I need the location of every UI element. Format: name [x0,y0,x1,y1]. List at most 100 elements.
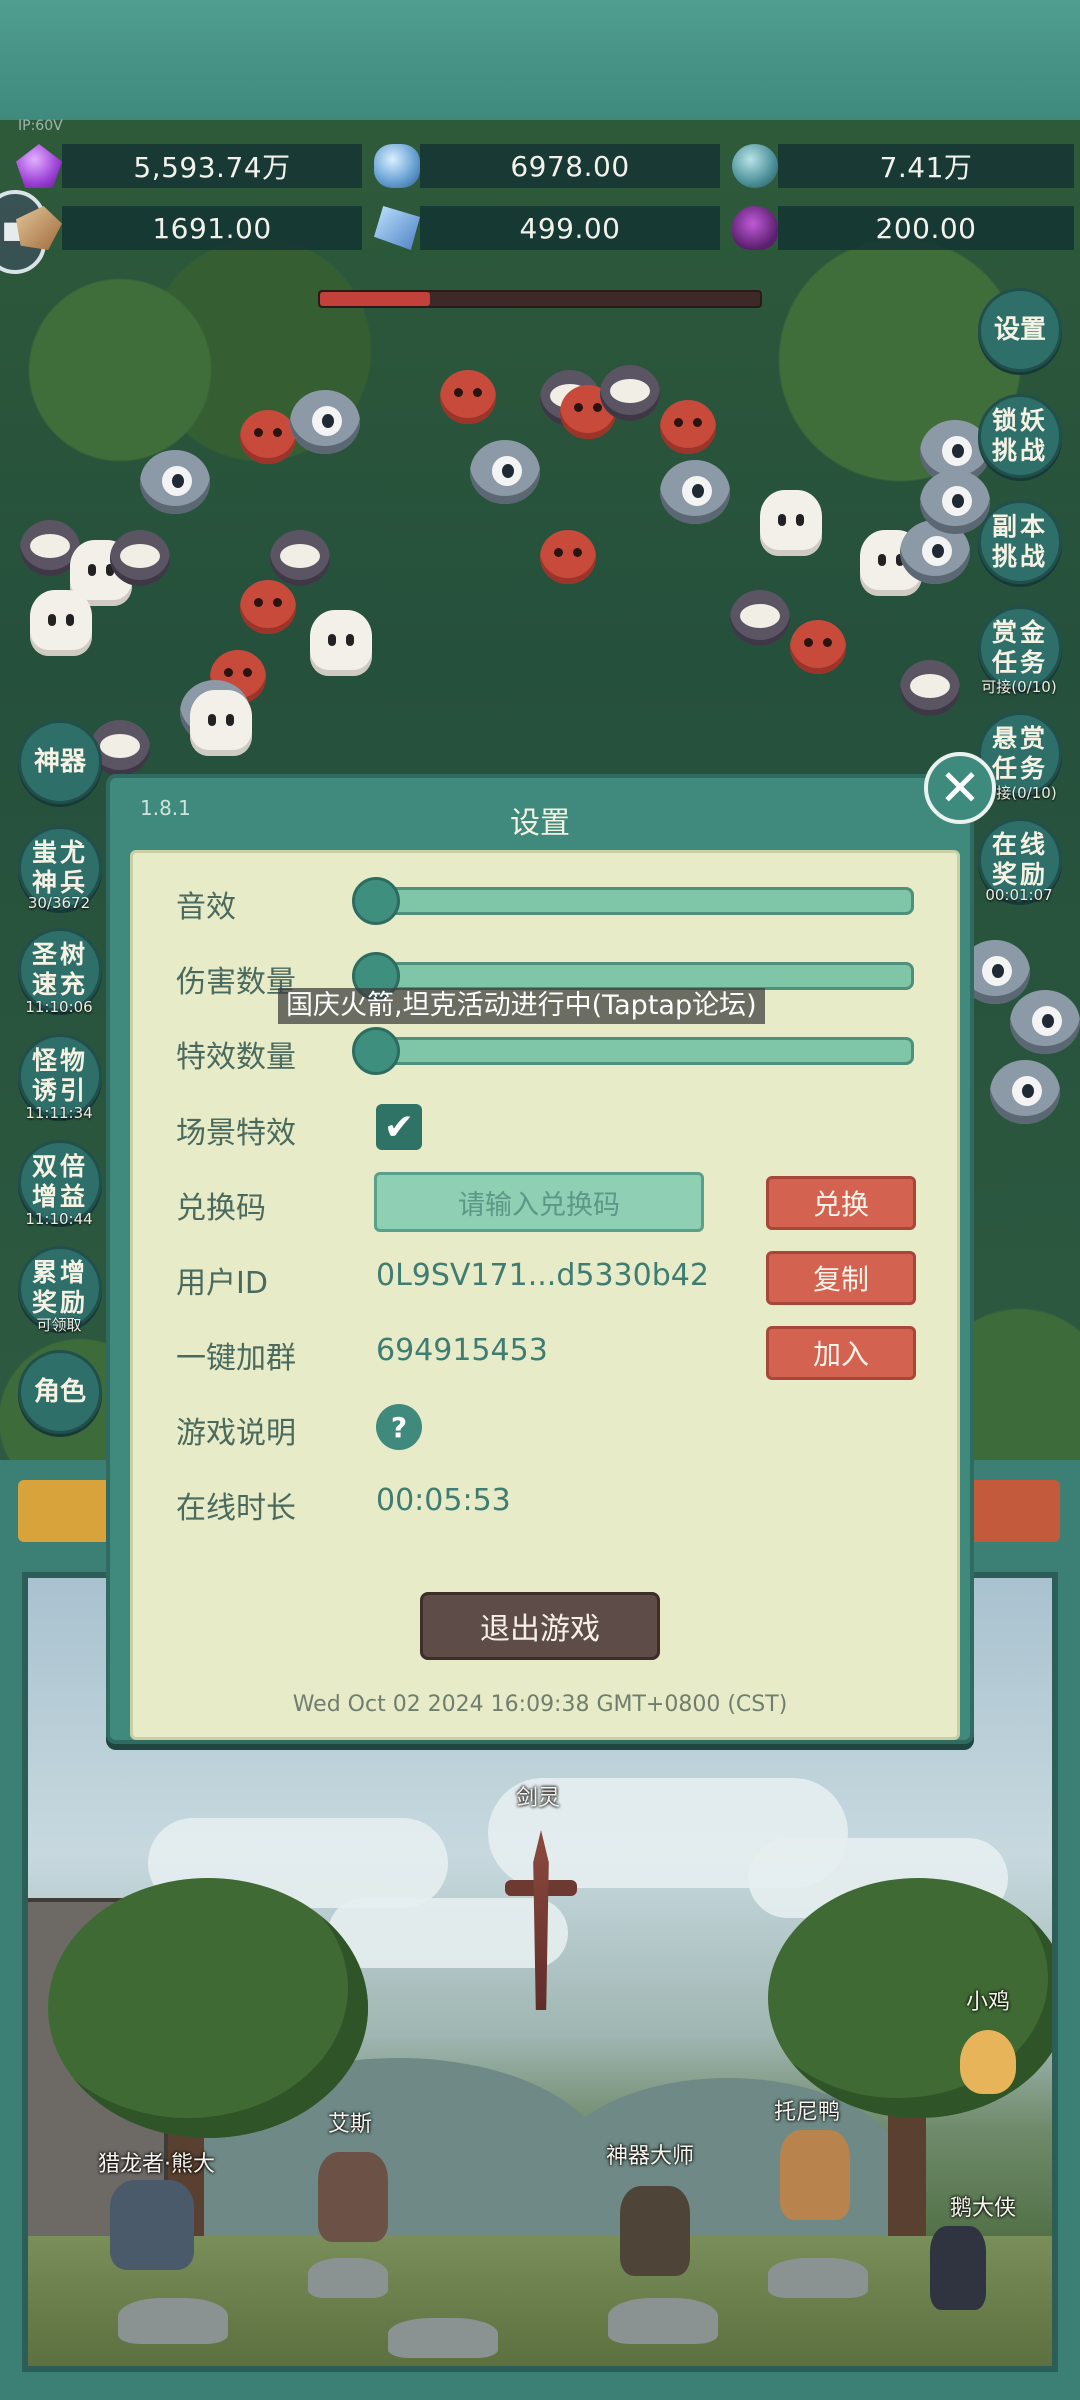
character-button[interactable]: 角色 [18,1350,102,1434]
effect-count-slider[interactable] [358,1037,914,1065]
ghost-monster [30,590,92,656]
sound-slider[interactable] [358,887,914,915]
hero-name: 艾斯 [328,2112,373,2137]
scene-effects-label: 场景特效 [176,1116,296,1151]
redeem-code-input[interactable]: 请输入兑换码 [374,1172,704,1232]
ghost-monster [310,610,372,676]
ice-shard-icon [374,206,420,250]
game-guide-label: 游戏说明 [176,1416,296,1451]
eye-monster [920,470,990,534]
chiyou-weapon-progress: 30/3672 [27,894,91,912]
damage-count-slider[interactable] [358,962,914,990]
event-toast: 国庆火箭,坦克活动进行中(Taptap论坛) [278,988,765,1024]
red-devil-monster [540,530,596,584]
resource-value: 7.41万 [778,144,1074,188]
ice-hero[interactable] [318,2152,388,2242]
red-devil-monster [240,580,296,634]
close-icon[interactable]: ✕ [924,752,996,824]
cloud [328,1898,568,1968]
rock [608,2298,718,2344]
artifact-master-hero[interactable] [620,2186,690,2276]
dark-monster [900,660,960,716]
dialog-title: 设置 [510,806,570,841]
sound-slider-knob[interactable] [352,877,400,925]
eye-monster [660,460,730,524]
left-tree [48,1878,368,2138]
ip-label: IP:60V [18,118,63,134]
sound-label: 音效 [176,890,236,925]
rock [768,2258,868,2298]
dungeon-challenge-button[interactable]: 副本 挑战 [978,500,1062,584]
effect-count-slider-knob[interactable] [352,1027,400,1075]
eye-monster [990,1060,1060,1124]
right-tree [768,1878,1052,2118]
hero-name: 小鸡 [966,1990,1011,2015]
user-id-value: 0L9SV171...d5330b42 [376,1258,709,1293]
purple-gem-icon [16,144,62,188]
scene-effects-checkbox[interactable]: ✔ [376,1104,422,1150]
blue-crystal-icon [374,144,420,188]
ghost-monster [190,690,252,756]
online-time-label: 在线时长 [176,1491,296,1526]
online-reward-timer: 00:01:07 [985,886,1053,904]
group-number-value: 694915453 [376,1333,548,1368]
copy-button[interactable]: 复制 [766,1251,916,1305]
double-buff-timer: 11:10:44 [25,1210,93,1228]
red-devil-monster [440,370,496,424]
redeem-code-label: 兑换码 [176,1191,266,1226]
resource-row-2: 1691.00 499.00 200.00 [0,202,1080,252]
hero-name: 猎龙者·熊大 [98,2152,215,2177]
resource-value: 6978.00 [420,144,720,188]
rock [388,2318,498,2358]
chick-hero[interactable] [960,2030,1016,2094]
resource-value: 499.00 [420,206,720,250]
help-icon[interactable]: ? [376,1404,422,1450]
monster-lure-timer: 11:11:34 [25,1104,93,1122]
join-button[interactable]: 加入 [766,1326,916,1380]
potion-pot-icon [732,206,778,250]
goose-hero[interactable] [930,2226,986,2310]
rock [308,2258,388,2298]
resource-row-1: 5,593.74万 6978.00 7.41万 [0,140,1080,190]
dark-monster [600,365,660,421]
top-header-strip [0,0,1080,120]
redeem-button[interactable]: 兑换 [766,1176,916,1230]
online-time-value: 00:05:53 [376,1483,511,1518]
hero-name: 鹅大侠 [950,2196,1017,2221]
artifact-button[interactable]: 神器 [18,720,102,804]
holy-tree-boost-timer: 11:10:06 [25,998,93,1016]
join-group-label: 一键加群 [176,1341,296,1376]
hero-name: 托尼鸭 [774,2100,841,2125]
effect-count-label: 特效数量 [176,1040,296,1075]
rock [118,2298,228,2344]
globe-orb-icon [732,144,778,188]
user-id-label: 用户ID [176,1266,268,1301]
bounty-gold-task-status: 可接(0/10) [981,678,1057,696]
resource-value: 200.00 [778,206,1074,250]
cumulative-reward-status: 可领取 [36,1316,82,1334]
settings-button[interactable]: 设置 [978,288,1062,372]
eye-monster [290,390,360,454]
red-devil-monster [660,400,716,454]
red-devil-monster [790,620,846,674]
dark-monster [270,530,330,586]
hero-name: 剑灵 [516,1786,561,1811]
eye-monster [470,440,540,504]
exit-game-button[interactable]: 退出游戏 [420,1592,660,1660]
eye-monster [1010,990,1080,1054]
dark-monster [110,530,170,586]
boss-health-bar [318,290,762,308]
dark-monster [730,590,790,646]
dragon-hunter-bear-hero[interactable] [110,2180,194,2270]
boss-health-fill [320,292,430,306]
hero-name: 神器大师 [606,2144,695,2169]
red-devil-monster [240,410,296,464]
lock-demon-challenge-button[interactable]: 锁妖 挑战 [978,394,1062,478]
resource-value: 1691.00 [62,206,362,250]
ghost-monster [760,490,822,556]
eye-monster [140,450,210,514]
scroll-icon [16,206,62,250]
tony-duck-hero[interactable] [780,2130,850,2220]
datetime-label: Wed Oct 02 2024 16:09:38 GMT+0800 (CST) [292,1692,788,1717]
resource-value: 5,593.74万 [62,144,362,188]
